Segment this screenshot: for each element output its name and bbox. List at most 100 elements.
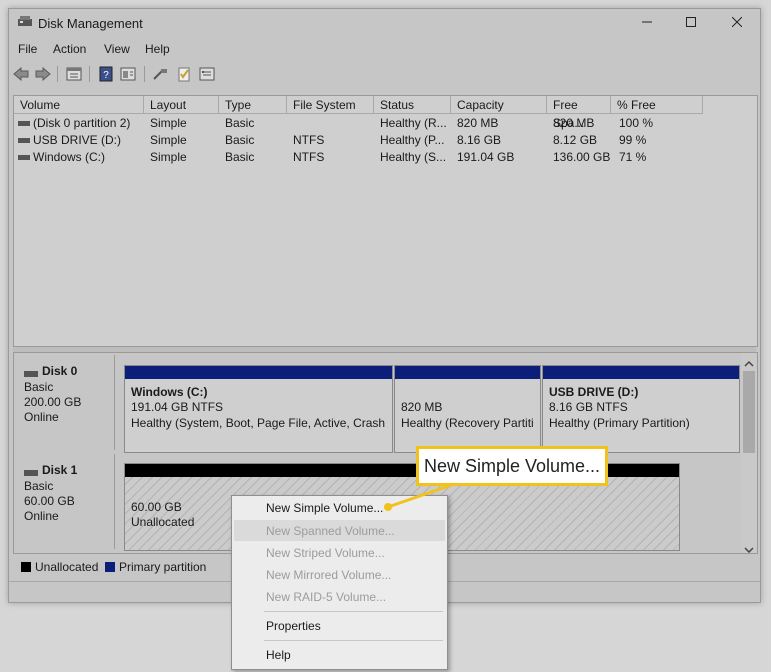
volume-size: 820 MB <box>401 400 443 414</box>
help-icon[interactable]: ? <box>97 65 115 83</box>
unallocated-size: 60.00 GB <box>131 500 182 514</box>
cell-free-space: 136.00 GB <box>553 150 611 164</box>
column-header-volume[interactable]: Volume <box>14 96 144 114</box>
menu-item-new-simple-volume[interactable]: New Simple Volume... <box>266 501 383 515</box>
column-header-type[interactable]: Type <box>219 96 287 114</box>
column-header-file-system[interactable]: File System <box>287 96 374 114</box>
menu-file[interactable]: File <box>18 42 37 56</box>
maximize-button[interactable] <box>669 12 713 34</box>
menu-view[interactable]: View <box>104 42 130 56</box>
toolbar-separator <box>89 66 90 82</box>
menu-item-new-striped-volume[interactable]: New Striped Volume... <box>266 546 385 560</box>
cell-free-space: 820 MB <box>553 116 595 130</box>
cell-layout: Simple <box>150 133 187 147</box>
volume-usb-drive-d[interactable]: USB DRIVE (D:) 8.16 GB NTFS Healthy (Pri… <box>542 365 740 453</box>
cell-file-system: NTFS <box>293 150 325 164</box>
legend-label-unallocated: Unallocated <box>35 560 99 574</box>
cell-percent-free: 71 % <box>619 150 647 164</box>
menu-separator <box>264 611 443 612</box>
cell-capacity: 191.04 GB <box>457 150 515 164</box>
menu-item-new-spanned-volume[interactable]: New Spanned Volume... <box>266 524 395 538</box>
cell-volume: Windows (C:) <box>33 150 106 164</box>
maximize-icon <box>686 16 696 30</box>
column-header-layout[interactable]: Layout <box>144 96 219 114</box>
volume-list: Volume Layout Type File System Status Ca… <box>13 95 758 347</box>
disk-1-type: Basic <box>24 479 54 493</box>
cell-capacity: 8.16 GB <box>457 133 502 147</box>
legend-label-primary: Primary partition <box>119 560 207 574</box>
properties-panel-icon[interactable] <box>65 65 83 83</box>
menu-help[interactable]: Help <box>145 42 170 56</box>
context-menu: New Simple Volume... New Spanned Volume.… <box>231 495 448 670</box>
svg-text:?: ? <box>103 70 109 81</box>
column-header-percent-free[interactable]: % Free <box>611 96 703 114</box>
minimize-icon <box>642 16 652 30</box>
menu-item-help[interactable]: Help <box>266 648 291 662</box>
disk-1-label[interactable]: Disk 1 Basic 60.00 GB Online <box>16 454 115 549</box>
cell-volume: (Disk 0 partition 2) <box>33 116 131 130</box>
console-icon[interactable] <box>119 65 137 83</box>
close-button[interactable] <box>715 12 759 34</box>
cell-percent-free: 99 % <box>619 133 647 147</box>
disk-icon <box>24 466 38 480</box>
volume-size: 8.16 GB NTFS <box>549 400 628 414</box>
cell-free-space: 8.12 GB <box>553 133 598 147</box>
disk-1-name: Disk 1 <box>42 463 78 477</box>
disk-1-state: Online <box>24 509 59 523</box>
volume-name: Windows (C:) <box>131 385 208 399</box>
volume-name: USB DRIVE (D:) <box>549 385 639 399</box>
toolbar: ? <box>9 63 760 85</box>
cell-volume: USB DRIVE (D:) <box>33 133 122 147</box>
disk-0-type: Basic <box>24 380 54 394</box>
disk-0-size: 200.00 GB <box>24 395 82 409</box>
checklist-icon[interactable] <box>175 65 193 83</box>
volume-windows-c[interactable]: Windows (C:) 191.04 GB NTFS Healthy (Sys… <box>124 365 393 453</box>
disk-icon <box>24 367 38 381</box>
menu-item-properties[interactable]: Properties <box>266 619 321 633</box>
volume-recovery[interactable]: 820 MB Healthy (Recovery Partiti <box>394 365 541 453</box>
cell-type: Basic <box>225 133 255 147</box>
scroll-up-icon[interactable] <box>744 357 754 371</box>
cell-status: Healthy (R... <box>380 116 447 130</box>
close-icon <box>731 16 743 30</box>
disk-1-size: 60.00 GB <box>24 494 75 508</box>
volume-size: 191.04 GB NTFS <box>131 400 224 414</box>
drive-icon <box>18 115 30 132</box>
cell-percent-free: 100 % <box>619 116 654 130</box>
cell-file-system: NTFS <box>293 133 325 147</box>
vertical-scrollbar[interactable] <box>741 353 757 553</box>
cell-type: Basic <box>225 116 255 130</box>
settings-panel-icon[interactable] <box>198 65 216 83</box>
cell-status: Healthy (S... <box>380 150 447 164</box>
volume-status: Healthy (Recovery Partiti <box>401 416 534 430</box>
title-bar[interactable]: Disk Management <box>9 9 760 37</box>
menu-item-new-mirrored-volume[interactable]: New Mirrored Volume... <box>266 568 391 582</box>
legend-swatch-primary <box>105 562 115 572</box>
scroll-down-icon[interactable] <box>744 543 754 553</box>
cell-status: Healthy (P... <box>380 133 445 147</box>
connect-icon[interactable] <box>151 65 169 83</box>
column-header-status[interactable]: Status <box>374 96 451 114</box>
disk-0-label[interactable]: Disk 0 Basic 200.00 GB Online <box>16 355 115 450</box>
window-title: Disk Management <box>38 16 143 31</box>
cell-type: Basic <box>225 150 255 164</box>
drive-icon <box>18 132 30 149</box>
cell-layout: Simple <box>150 150 187 164</box>
scroll-thumb[interactable] <box>743 371 755 453</box>
forward-arrow-icon[interactable] <box>34 65 52 83</box>
column-header-free-space[interactable]: Free Spa... <box>547 96 611 130</box>
menu-item-new-raid5-volume[interactable]: New RAID-5 Volume... <box>266 590 386 604</box>
toolbar-separator <box>57 66 58 82</box>
primary-partition-bar <box>125 366 392 379</box>
unallocated-label: Unallocated <box>131 515 195 529</box>
back-arrow-icon[interactable] <box>12 65 30 83</box>
volume-status: Healthy (System, Boot, Page File, Active… <box>131 416 386 430</box>
disk-0-name: Disk 0 <box>42 364 78 378</box>
menu-action[interactable]: Action <box>53 42 86 56</box>
primary-partition-bar <box>395 366 540 379</box>
disk-0-state: Online <box>24 410 59 424</box>
column-header-capacity[interactable]: Capacity <box>451 96 547 114</box>
cell-capacity: 820 MB <box>457 116 499 130</box>
menu-separator <box>264 640 443 641</box>
minimize-button[interactable] <box>625 12 669 34</box>
